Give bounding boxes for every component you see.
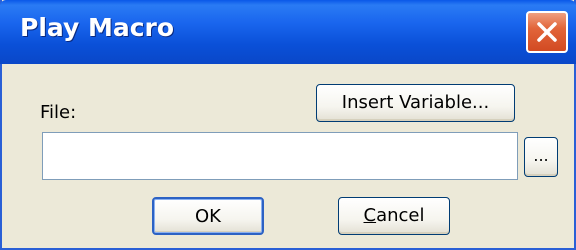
cancel-mnemonic: C [363,205,377,226]
cancel-label-rest: ancel [376,205,425,226]
file-label: File: [40,102,77,123]
browse-button[interactable]: ... [524,137,558,177]
close-icon [537,22,557,42]
file-path-input[interactable] [42,132,518,180]
ok-button[interactable]: OK [152,197,264,235]
play-macro-dialog: Play Macro File: Insert Variable... ... … [0,0,576,250]
close-button[interactable] [526,11,568,53]
cancel-button[interactable]: Cancel [338,197,450,235]
title-bar[interactable]: Play Macro [0,0,576,64]
insert-variable-button[interactable]: Insert Variable... [316,84,515,122]
window-title: Play Macro [20,13,175,42]
